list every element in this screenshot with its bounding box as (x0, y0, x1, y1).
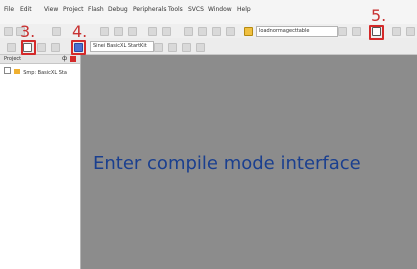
redo-icon[interactable] (162, 27, 171, 36)
caption: Enter compile mode interface (93, 153, 361, 174)
menu-file[interactable]: File (4, 6, 14, 13)
save-icon[interactable] (52, 27, 61, 36)
toolbar-build: Sinei BasicXL StartKit (0, 38, 417, 55)
cut-icon[interactable] (100, 27, 109, 36)
tree-item[interactable]: Smp: BasicXL Sta (4, 67, 67, 76)
new-file-icon[interactable] (4, 27, 13, 36)
options-icon[interactable] (406, 27, 415, 36)
expand-icon[interactable] (4, 67, 11, 74)
step-5-label: 5. (371, 6, 387, 25)
rebuild-icon[interactable] (37, 43, 46, 52)
folder-icon (13, 69, 20, 74)
menu-window[interactable]: Window (208, 6, 232, 13)
editor-area: Enter compile mode interface (81, 55, 417, 269)
project-panel-title: Project (4, 56, 22, 62)
menu-edit[interactable]: Edit (20, 6, 32, 13)
step-4-highlight (71, 40, 86, 55)
copy-icon[interactable] (114, 27, 123, 36)
target-dropdown[interactable]: Sinei BasicXL StartKit (90, 41, 154, 52)
menu-debug[interactable]: Debug (108, 6, 128, 13)
project-panel: Project ф Smp: BasicXL Sta (0, 55, 81, 269)
step-3-label: 3. (20, 22, 36, 41)
manage-components-icon[interactable] (182, 43, 191, 52)
step-4-label: 4. (72, 22, 88, 41)
target-options-icon[interactable] (168, 43, 177, 52)
find-in-files-icon[interactable] (244, 27, 253, 36)
dropdown-arrow-icon[interactable] (154, 43, 163, 52)
indent-icon[interactable] (184, 27, 193, 36)
step-3-highlight (21, 40, 36, 55)
menu-project[interactable]: Project (63, 6, 84, 13)
translate-icon[interactable] (7, 43, 16, 52)
find-icon[interactable] (352, 27, 361, 36)
menu-view[interactable]: View (44, 6, 58, 13)
menu-bar: File Edit View Project Flash Debug Perip… (0, 0, 417, 24)
batch-build-icon[interactable] (51, 43, 60, 52)
toolbar-standard: loadnormagecttable (0, 24, 417, 38)
circle-icon[interactable] (392, 27, 401, 36)
menu-help[interactable]: Help (237, 6, 251, 13)
pack-installer-icon[interactable] (196, 43, 205, 52)
close-icon[interactable] (70, 56, 76, 62)
find-dropdown[interactable]: loadnormagecttable (256, 26, 338, 37)
menu-tools[interactable]: Tools (168, 6, 183, 13)
menu-svcs[interactable]: SVCS (188, 6, 204, 13)
bookmark-icon[interactable] (212, 27, 221, 36)
menu-peripherals[interactable]: Peripherals (133, 6, 166, 13)
dropdown-arrow-icon[interactable] (338, 27, 347, 36)
pin-icon[interactable]: ф (62, 55, 67, 62)
project-panel-header: Project ф (0, 55, 80, 64)
step-5-highlight (369, 25, 384, 40)
comment-icon[interactable] (226, 27, 235, 36)
paste-icon[interactable] (128, 27, 137, 36)
menu-flash[interactable]: Flash (88, 6, 104, 13)
undo-icon[interactable] (148, 27, 157, 36)
outdent-icon[interactable] (198, 27, 207, 36)
tree-item-label: Smp: BasicXL Sta (23, 70, 67, 76)
